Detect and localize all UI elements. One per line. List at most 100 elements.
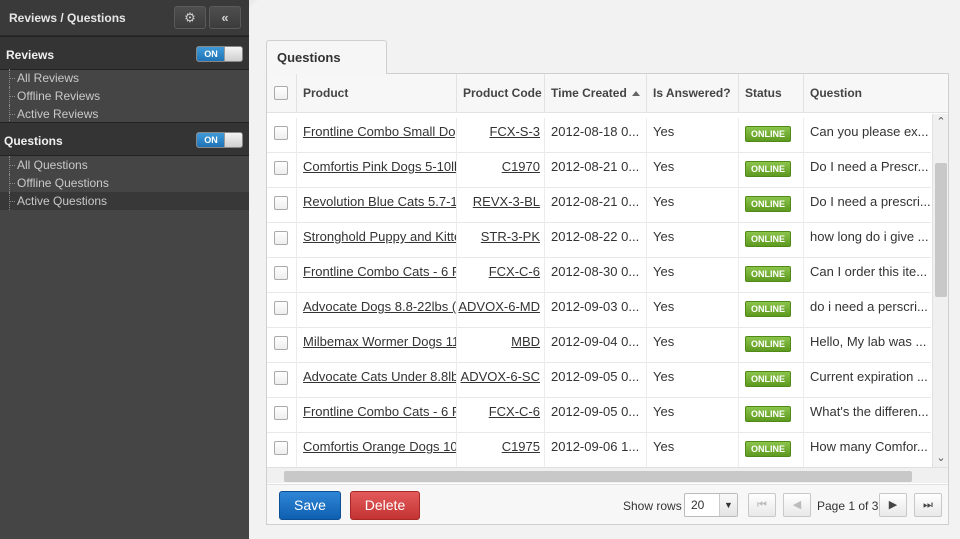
cell-product-code-text[interactable]: REVX-3-BL — [473, 194, 540, 209]
sidebar-item-offline-reviews[interactable]: Offline Reviews — [0, 87, 249, 105]
first-page-button[interactable]: ⏮ — [748, 493, 776, 517]
questions-toggle[interactable]: ON — [196, 132, 243, 148]
sidebar-item-active-questions[interactable]: Active Questions — [0, 192, 249, 210]
cell-product-text[interactable]: Frontline Combo Small Dogs — [303, 124, 456, 139]
status-badge: ONLINE — [745, 231, 792, 247]
settings-button[interactable]: ⚙ — [174, 6, 206, 29]
sidebar-item-active-reviews[interactable]: Active Reviews — [0, 105, 249, 123]
cell-product-code-text[interactable]: STR-3-PK — [481, 229, 540, 244]
column-header-time-created-label: Time Created — [551, 86, 627, 100]
reviews-toggle[interactable]: ON — [196, 46, 243, 62]
table-row[interactable]: Advocate Dogs 8.8-22lbs (4-10kg)ADVOX-6-… — [267, 293, 931, 328]
table-row[interactable]: Frontline Combo Cats - 6 Pack FCX-C-6 2012… — [267, 398, 931, 433]
sidebar-item-all-questions[interactable]: All Questions — [0, 156, 249, 174]
save-button[interactable]: Save — [279, 491, 341, 520]
horizontal-scrollbar[interactable] — [267, 467, 948, 483]
row-checkbox[interactable] — [274, 231, 288, 245]
scroll-up-icon[interactable]: ⌃ — [935, 115, 947, 128]
cell-product-code-text[interactable]: C1975 — [502, 439, 540, 454]
cell-is-answered: Yes — [646, 363, 738, 398]
cell-question: do i need a perscri... — [803, 293, 931, 328]
next-page-button[interactable]: ▶ — [879, 493, 907, 517]
rows-per-page-select[interactable]: 20 ▼ — [684, 493, 738, 517]
row-checkbox[interactable] — [274, 301, 288, 315]
row-checkbox[interactable] — [274, 406, 288, 420]
column-header-product[interactable]: Product — [296, 74, 456, 113]
questions-section-header[interactable]: Questions ON — [0, 122, 249, 156]
tab-questions[interactable]: Questions — [266, 40, 387, 74]
cell-product-text[interactable]: Revolution Blue Cats 5.7-11 — [303, 194, 456, 209]
reviews-section-header[interactable]: Reviews ON — [0, 36, 249, 70]
questions-items: All Questions Offline Questions Active Q… — [0, 156, 249, 210]
table-row[interactable]: Revolution Blue Cats 5.7-11 REVX-3-BL 2012… — [267, 188, 931, 223]
column-header-question[interactable]: Question — [803, 74, 948, 113]
table-row[interactable]: Advocate Cats Under 8.8lbs ADVOX-6-SC 2012… — [267, 363, 931, 398]
table-row[interactable]: Milbemax Wormer Dogs 11-55lbs MBD 2012-09-… — [267, 328, 931, 363]
cell-product-text[interactable]: Advocate Dogs 8.8-22lbs (4-10kg) — [303, 299, 456, 314]
cell-product-code-text[interactable]: C1970 — [502, 159, 540, 174]
cell-product-text[interactable]: Frontline Combo Cats - 6 Pack — [303, 404, 456, 419]
table-row[interactable]: Frontline Combo Cats - 6 Pack FCX-C-6 2012… — [267, 258, 931, 293]
toggle-knob — [224, 133, 242, 147]
table-row[interactable]: Comfortis Pink Dogs 5-10lbs C1970 2012-08-… — [267, 153, 931, 188]
cell-time-created: 2012-09-05 0... — [544, 398, 646, 433]
select-all-checkbox[interactable] — [274, 86, 288, 100]
sidebar: Reviews / Questions ⚙ « Reviews ON All R… — [0, 0, 249, 539]
cell-product-code-text[interactable]: FCX-S-3 — [489, 124, 540, 139]
cell-product-text[interactable]: Frontline Combo Cats - 6 Pack — [303, 264, 456, 279]
row-checkbox[interactable] — [274, 196, 288, 210]
cell-is-answered: Yes — [646, 258, 738, 293]
sidebar-item-all-reviews[interactable]: All Reviews — [0, 69, 249, 87]
last-page-button[interactable]: ⏭ — [914, 493, 942, 517]
row-checkbox[interactable] — [274, 126, 288, 140]
cell-product-text[interactable]: Comfortis Orange Dogs 10-20lbs — [303, 439, 456, 454]
horizontal-scroll-thumb[interactable] — [284, 471, 912, 482]
cell-product-text[interactable]: Advocate Cats Under 8.8lbs — [303, 369, 456, 384]
column-header-is-answered[interactable]: Is Answered? — [646, 74, 738, 113]
cell-is-answered-text: Yes — [653, 264, 675, 279]
vertical-scrollbar[interactable]: ⌃ ⌄ — [932, 114, 948, 467]
row-checkbox[interactable] — [274, 266, 288, 280]
table-row[interactable]: Stronghold Puppy and Kitten STR-3-PK 2012-… — [267, 223, 931, 258]
toggle-on-label: ON — [197, 133, 225, 147]
cell-is-answered-text: Yes — [653, 159, 675, 174]
cell-time-created: 2012-09-05 0... — [544, 363, 646, 398]
sidebar-item-offline-questions[interactable]: Offline Questions — [0, 174, 249, 192]
cell-product-code-text[interactable]: MBD — [511, 334, 540, 349]
sidebar-header: Reviews / Questions ⚙ « — [0, 0, 249, 36]
scroll-down-icon[interactable]: ⌄ — [935, 451, 947, 464]
cell-status: ONLINE — [738, 433, 803, 467]
cell-question: What's the differen... — [803, 398, 931, 433]
cell-question: Do I need a Prescr... — [803, 153, 931, 188]
cell-product-code-text[interactable]: ADVOX-6-MD — [458, 299, 540, 314]
delete-button[interactable]: Delete — [350, 491, 420, 520]
gear-icon: ⚙ — [184, 10, 196, 25]
column-header-product-code[interactable]: Product Code — [456, 74, 544, 113]
collapse-sidebar-button[interactable]: « — [209, 6, 241, 29]
row-checkbox[interactable] — [274, 336, 288, 350]
cell-question: Current expiration ... — [803, 363, 931, 398]
status-badge: ONLINE — [745, 371, 792, 387]
row-checkbox[interactable] — [274, 161, 288, 175]
cell-product-text[interactable]: Stronghold Puppy and Kitten — [303, 229, 456, 244]
row-checkbox[interactable] — [274, 371, 288, 385]
cell-question-text: Hello, My lab was ... — [810, 334, 927, 349]
previous-page-button[interactable]: ◀ — [783, 493, 811, 517]
cell-product-code-text[interactable]: FCX-C-6 — [489, 264, 540, 279]
vertical-scroll-thumb[interactable] — [935, 163, 947, 297]
cell-product-code-text[interactable]: ADVOX-6-SC — [461, 369, 540, 384]
row-checkbox[interactable] — [274, 441, 288, 455]
table-row[interactable]: Comfortis Orange Dogs 10-20lbs C1975 2012-… — [267, 433, 931, 467]
cell-product: Comfortis Orange Dogs 10-20lbs — [296, 433, 456, 467]
cell-time-created: 2012-08-21 0... — [544, 188, 646, 223]
table-row[interactable]: Frontline Combo Small Dogs FCX-S-3 2012-08… — [267, 118, 931, 153]
status-badge: ONLINE — [745, 336, 792, 352]
cell-product-code-text[interactable]: FCX-C-6 — [489, 404, 540, 419]
column-header-status[interactable]: Status — [738, 74, 803, 113]
cell-time-created-text: 2012-09-05 0... — [551, 404, 640, 419]
cell-is-answered-text: Yes — [653, 299, 675, 314]
cell-product-text[interactable]: Milbemax Wormer Dogs 11-55lbs — [303, 334, 456, 349]
cell-product-text[interactable]: Comfortis Pink Dogs 5-10lbs — [303, 159, 456, 174]
cell-question-text: What's the differen... — [810, 404, 929, 419]
column-header-time-created[interactable]: Time Created — [544, 74, 646, 113]
